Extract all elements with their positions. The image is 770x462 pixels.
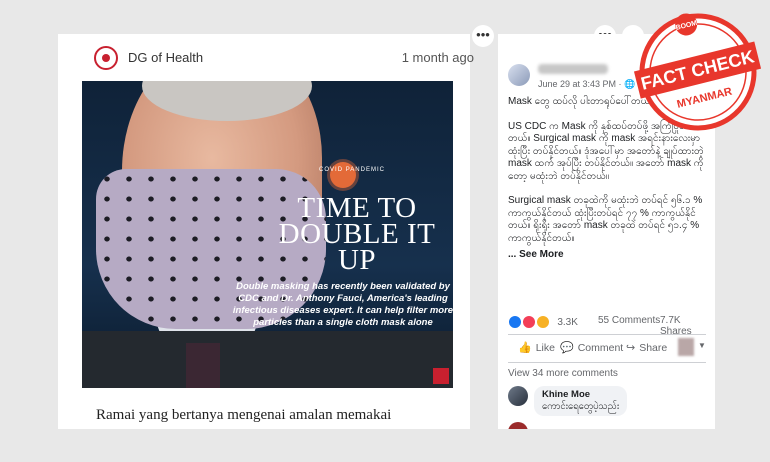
dg-health-post: DG of Health 1 month ago COVID PANDEMIC … [58, 34, 474, 429]
commenter-avatar[interactable] [508, 386, 528, 406]
image-badge: COVID PANDEMIC [319, 167, 385, 173]
post-header: DG of Health 1 month ago [94, 46, 474, 70]
comment-text: ကောင်းရေတွေပဲ့သည်း [542, 401, 620, 412]
more-options-icon[interactable]: ••• [472, 25, 494, 47]
divider [508, 362, 706, 363]
stamp-graphic: BOOM FACT CHECK MYANMAR [633, 13, 762, 131]
chevron-down-icon[interactable]: ▼ [698, 341, 706, 350]
wow-reaction-icon[interactable] [535, 315, 550, 329]
next-commenter-avatar[interactable] [508, 422, 528, 429]
viewer-avatar[interactable] [678, 338, 694, 356]
post-paragraph: Surgical mask တခုထဲကို မထုံးဘဲ တပ်ရင် ၅၆… [508, 195, 703, 244]
image-body-text: Double masking has recently been validat… [232, 281, 453, 328]
view-more-comments-link[interactable]: View 34 more comments [508, 368, 618, 379]
post-actions: 👍 Like 💬 Comment ↪ Share ▼ [508, 338, 708, 358]
comment-icon: 💬 [560, 342, 574, 354]
post-date[interactable]: June 29 at 3:43 PM · 🌐 [538, 79, 635, 90]
like-reaction-icon[interactable] [508, 315, 522, 329]
suit-illustration [82, 331, 453, 388]
tie-illustration [186, 343, 220, 388]
reaction-bar: 3.3K 55 Comments 7.7K Shares [508, 315, 708, 337]
comment-bubble: Khine Moe ကောင်းရေတွေပဲ့သည်း [534, 386, 628, 416]
corner-logo-icon [433, 368, 449, 384]
commenter-name[interactable]: Khine Moe [542, 389, 619, 401]
author-name-blurred[interactable] [538, 64, 608, 74]
divider [508, 334, 706, 335]
post-author[interactable]: DG of Health [128, 50, 203, 65]
like-button[interactable]: 👍 Like [518, 341, 555, 354]
see-more-link[interactable]: ... See More [508, 249, 564, 260]
comments-count[interactable]: 55 Comments [598, 315, 660, 326]
image-headline: TIME TO DOUBLE IT UP [278, 192, 436, 276]
dg-health-logo[interactable] [94, 46, 118, 70]
comment-button[interactable]: 💬 Comment [560, 341, 623, 354]
share-button[interactable]: ↪ Share [626, 341, 667, 354]
post-caption: Ramai yang bertanya mengenai amalan mema… [96, 407, 392, 423]
reactions-count[interactable]: 3.3K [557, 317, 578, 328]
post-image[interactable]: COVID PANDEMIC TIME TO DOUBLE IT UP Doub… [82, 81, 453, 388]
fact-check-stamp: BOOM FACT CHECK MYANMAR [632, 6, 764, 138]
virus-icon [330, 162, 356, 188]
post-time[interactable]: 1 month ago [402, 50, 474, 65]
share-icon: ↪ [626, 342, 636, 354]
thumbs-up-icon: 👍 [518, 342, 532, 354]
love-reaction-icon[interactable] [521, 315, 536, 329]
author-avatar[interactable] [508, 64, 530, 86]
